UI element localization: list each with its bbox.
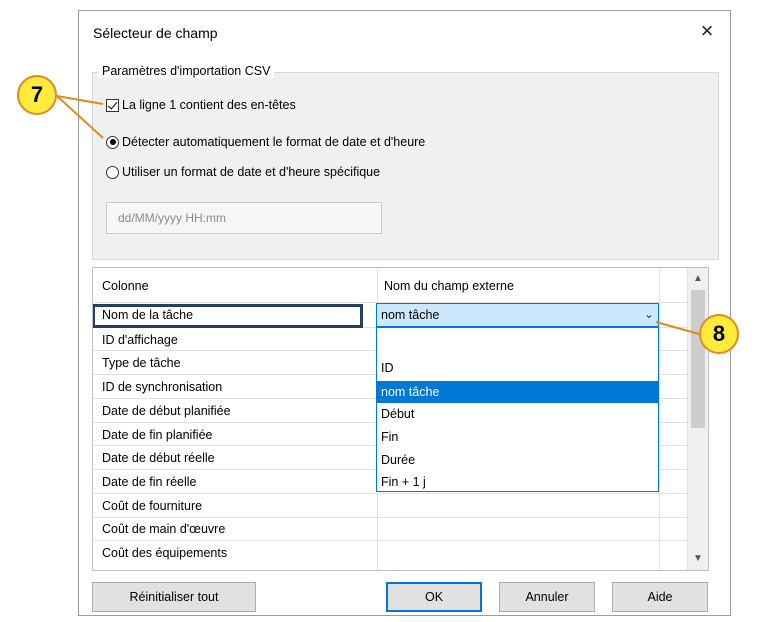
- callout-badge-7: 7: [17, 75, 57, 115]
- callout-8-pointer-line: [655, 321, 700, 335]
- callout-pointer-lines: [56, 95, 700, 335]
- callout-badge-8: 8: [699, 314, 739, 354]
